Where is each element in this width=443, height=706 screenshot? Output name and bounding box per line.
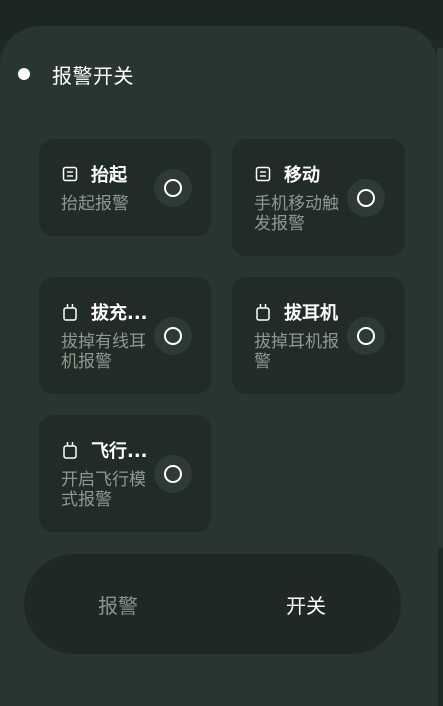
plug-icon	[61, 441, 79, 459]
radio-ring-icon	[357, 327, 375, 345]
segmented-control: 报警 开关	[24, 554, 401, 654]
airplane-mode-alarm-toggle[interactable]	[154, 455, 192, 493]
card-description: 手机移动触发报警	[254, 194, 339, 234]
lift-sensor-icon	[61, 165, 79, 183]
card-label: 抬起	[91, 165, 127, 186]
card-label: 移动	[284, 165, 320, 186]
alarm-card-unplug-headphone[interactable]: 拔耳机 拔掉耳机报警	[232, 277, 405, 394]
card-description: 拔掉耳机报警	[254, 332, 339, 372]
unplug-charger-alarm-toggle[interactable]	[154, 317, 192, 355]
card-description: 开启飞行模式报警	[61, 470, 146, 510]
alarm-card-lift[interactable]: 抬起 抬起报警	[39, 139, 211, 236]
radio-ring-icon	[357, 189, 375, 207]
alarm-card-unplug-charger[interactable]: 拔充... 拔掉有线耳机报警	[39, 277, 211, 394]
alarm-card-move[interactable]: 移动 手机移动触发报警	[232, 139, 405, 256]
radio-ring-icon	[164, 327, 182, 345]
alarm-card-airplane-mode[interactable]: 飞行... 开启飞行模式报警	[39, 415, 211, 532]
card-description: 抬起报警	[61, 194, 129, 214]
lift-alarm-toggle[interactable]	[154, 169, 192, 207]
card-label: 飞行...	[91, 441, 148, 462]
motion-sensor-icon	[254, 165, 272, 183]
segment-switch[interactable]: 开关	[212, 554, 400, 654]
unplug-headphone-alarm-toggle[interactable]	[347, 317, 385, 355]
panel-header: 报警开关	[18, 60, 134, 88]
bullet-dot-icon	[18, 68, 30, 80]
card-label: 拔充...	[91, 303, 148, 324]
card-label: 拔耳机	[284, 303, 338, 324]
move-alarm-toggle[interactable]	[347, 179, 385, 217]
segment-alarm[interactable]: 报警	[24, 554, 212, 654]
plug-icon	[61, 303, 79, 321]
plug-icon	[254, 303, 272, 321]
card-description: 拔掉有线耳机报警	[61, 332, 146, 372]
radio-ring-icon	[164, 465, 182, 483]
radio-ring-icon	[164, 179, 182, 197]
panel-title: 报警开关	[52, 63, 134, 88]
